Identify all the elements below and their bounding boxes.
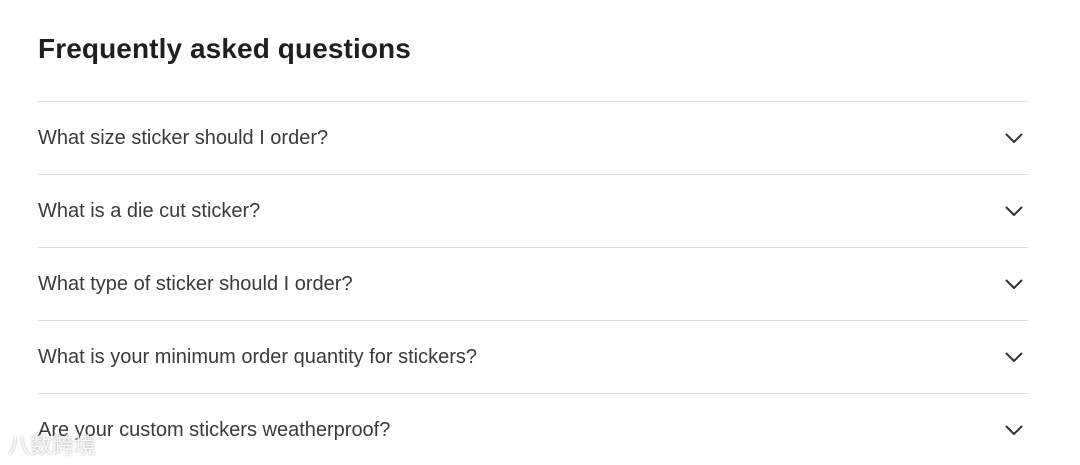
chevron-down-icon[interactable] — [1002, 199, 1026, 223]
faq-question: What size sticker should I order? — [38, 126, 329, 149]
faq-item-sticker-size[interactable]: What size sticker should I order? — [38, 102, 1028, 175]
chevron-down-icon[interactable] — [1002, 126, 1026, 150]
faq-title: Frequently asked questions — [38, 33, 411, 64]
faq-question: What is a die cut sticker? — [38, 199, 261, 222]
faq-item-sticker-type[interactable]: What type of sticker should I order? — [38, 248, 1028, 321]
faq-question: What type of sticker should I order? — [38, 272, 353, 295]
faq-item-weatherproof[interactable]: Are your custom stickers weatherproof? — [38, 394, 1028, 465]
faq-list: What size sticker should I order? What i… — [38, 101, 1028, 465]
faq-question: Are your custom stickers weatherproof? — [38, 418, 391, 441]
chevron-down-icon[interactable] — [1002, 272, 1026, 296]
faq-item-minimum-order[interactable]: What is your minimum order quantity for … — [38, 321, 1028, 394]
chevron-down-icon[interactable] — [1002, 345, 1026, 369]
faq-item-die-cut[interactable]: What is a die cut sticker? — [38, 175, 1028, 248]
chevron-down-icon[interactable] — [1002, 418, 1026, 442]
faq-question: What is your minimum order quantity for … — [38, 345, 478, 368]
